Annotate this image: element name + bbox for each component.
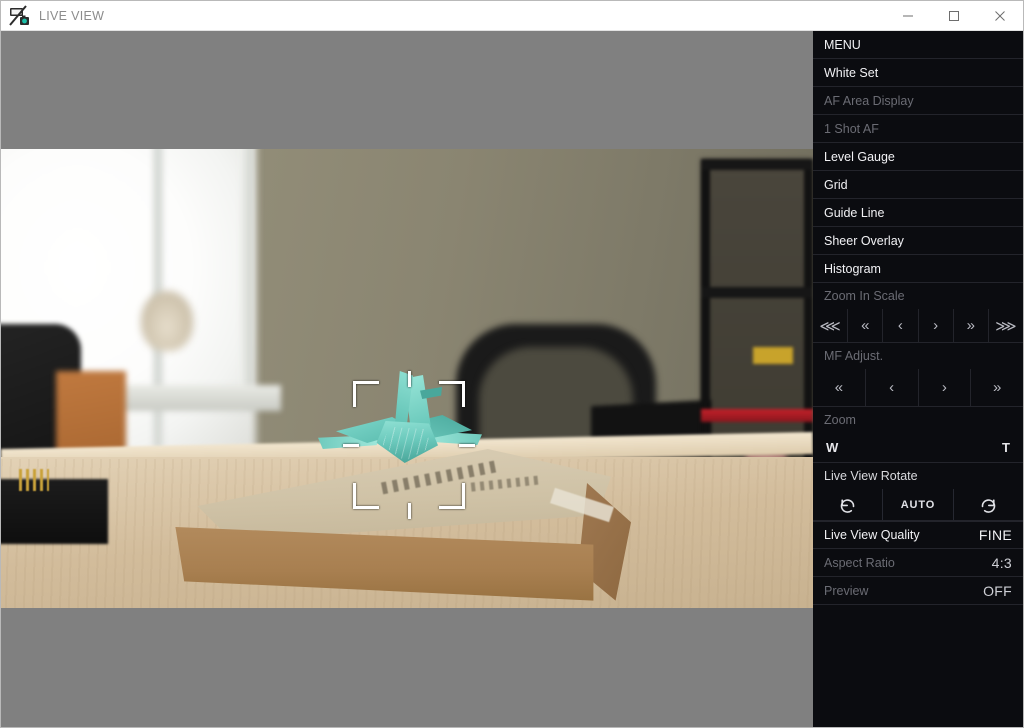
scene-origami-crane [336, 371, 471, 476]
menu-item-label: MENU [824, 38, 1012, 52]
minimize-button[interactable] [885, 1, 931, 31]
window-title: LIVE VIEW [39, 9, 885, 23]
mf-adjust-back-button[interactable]: ‹ [866, 369, 919, 406]
zoom-tele-button[interactable]: T [1002, 440, 1010, 455]
mf-adjust-forward-button[interactable]: › [919, 369, 972, 406]
setting-label: Live View Quality [824, 528, 979, 542]
setting-aspect-ratio[interactable]: Aspect Ratio 4:3 [813, 549, 1023, 577]
rotate-cw-icon [979, 496, 997, 514]
menu-item-label: Grid [824, 178, 1012, 192]
mf-adjust-buttons: « ‹ › » [813, 369, 1023, 407]
rotate-auto-label: AUTO [901, 499, 936, 511]
scene-window-frame [239, 149, 253, 409]
zoom-scale-forward-button[interactable]: › [919, 309, 954, 342]
zoom-scale-fast-forward-button[interactable]: » [954, 309, 989, 342]
scene-circuit-pins [19, 469, 49, 491]
menu-item-label: Guide Line [824, 206, 1012, 220]
menu-item-grid[interactable]: Grid [813, 171, 1023, 199]
live-view-rotate-buttons: AUTO [813, 489, 1023, 521]
live-view-image[interactable] [1, 149, 813, 608]
zoom-scale-fastest-back-button[interactable]: ⋘ [813, 309, 848, 342]
zoom-scale-fast-back-button[interactable]: « [848, 309, 883, 342]
close-icon [994, 10, 1006, 22]
menu-item-label: 1 Shot AF [824, 122, 1012, 136]
maximize-button[interactable] [931, 1, 977, 31]
menu-item-af-area-display[interactable]: AF Area Display [813, 87, 1023, 115]
live-view-window: LIVE VIEW [0, 0, 1024, 728]
zoom-in-scale-label: Zoom In Scale [813, 283, 1023, 309]
menu-item-label: Histogram [824, 262, 1012, 276]
menu-item-menu[interactable]: MENU [813, 31, 1023, 59]
menu-item-level-gauge[interactable]: Level Gauge [813, 143, 1023, 171]
live-view-settings-panel: MENU White Set AF Area Display 1 Shot AF… [813, 31, 1023, 727]
menu-item-1-shot-af[interactable]: 1 Shot AF [813, 115, 1023, 143]
menu-item-histogram[interactable]: Histogram [813, 255, 1023, 283]
mf-adjust-fast-back-button[interactable]: « [813, 369, 866, 406]
setting-label: Aspect Ratio [824, 556, 992, 570]
setting-value: 4:3 [992, 555, 1012, 571]
scene-vase [141, 291, 193, 351]
zoom-scale-back-button[interactable]: ‹ [883, 309, 918, 342]
live-view-viewport[interactable] [1, 31, 813, 727]
menu-item-label: Level Gauge [824, 150, 1012, 164]
zoom-label: Zoom [813, 407, 1023, 433]
zoom-wide-button[interactable]: W [826, 440, 838, 455]
minimize-icon [902, 10, 914, 22]
mf-adjust-fast-forward-button[interactable]: » [971, 369, 1023, 406]
scene-shelf-yellow-item [753, 347, 793, 364]
menu-item-label: White Set [824, 66, 1012, 80]
setting-live-view-quality[interactable]: Live View Quality FINE [813, 521, 1023, 549]
live-view-rotate-label: Live View Rotate [813, 463, 1023, 489]
rotate-ccw-icon [839, 496, 857, 514]
window-controls [885, 1, 1023, 31]
menu-item-label: Sheer Overlay [824, 234, 1012, 248]
rotate-auto-button[interactable]: AUTO [883, 489, 953, 520]
setting-preview[interactable]: Preview OFF [813, 577, 1023, 605]
zoom-wide-tele-slider[interactable]: W T [813, 433, 1023, 463]
scene-circuit-board [1, 479, 108, 544]
menu-item-sheer-overlay[interactable]: Sheer Overlay [813, 227, 1023, 255]
menu-item-white-set[interactable]: White Set [813, 59, 1023, 87]
rotate-ccw-button[interactable] [813, 489, 883, 520]
zoom-in-scale-buttons: ⋘ « ‹ › » ⋙ [813, 309, 1023, 343]
menu-item-label: AF Area Display [824, 94, 1012, 108]
close-button[interactable] [977, 1, 1023, 31]
mf-adjust-label: MF Adjust. [813, 343, 1023, 369]
setting-value: OFF [983, 583, 1012, 599]
camera-liveview-icon [9, 5, 31, 27]
setting-value: FINE [979, 527, 1012, 543]
zoom-scale-fastest-forward-button[interactable]: ⋙ [989, 309, 1023, 342]
maximize-icon [948, 10, 960, 22]
rotate-cw-button[interactable] [954, 489, 1023, 520]
menu-item-guide-line[interactable]: Guide Line [813, 199, 1023, 227]
title-bar: LIVE VIEW [1, 1, 1023, 31]
setting-label: Preview [824, 584, 983, 598]
